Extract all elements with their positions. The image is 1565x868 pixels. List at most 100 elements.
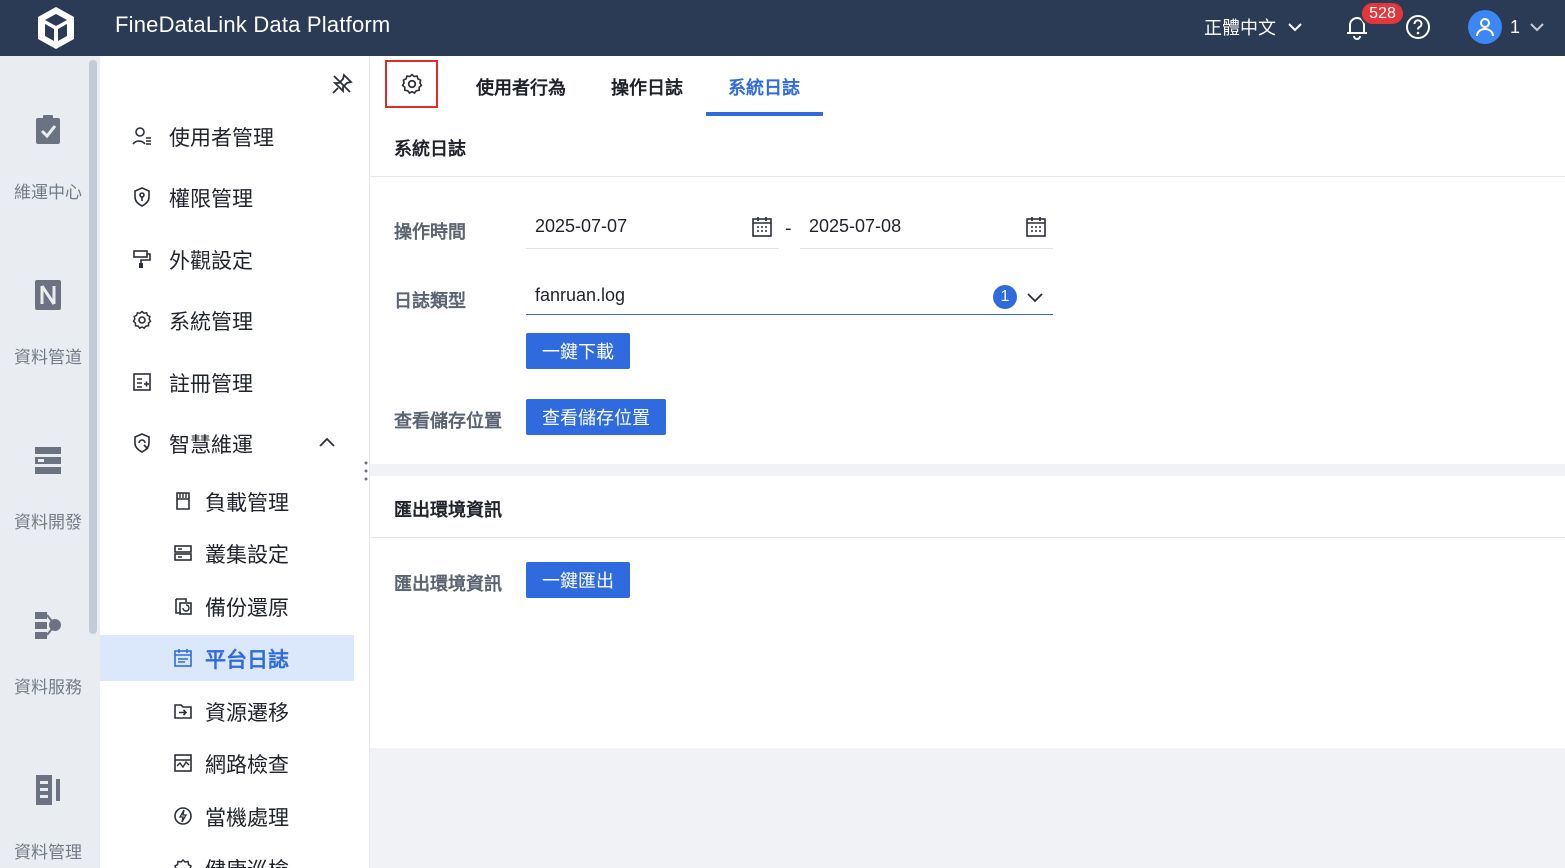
sidebar-item-label: 權限管理 <box>169 187 253 211</box>
sidebar-item-resource-migration[interactable]: 資源遷移 <box>100 688 354 734</box>
sd-card-icon <box>176 492 190 510</box>
avatar <box>1468 10 1502 44</box>
sidebar-item-crash-handling[interactable]: 當機處理 <box>100 793 354 839</box>
migrate-icon <box>174 704 192 719</box>
chevron-down-icon <box>1530 23 1544 32</box>
paint-roller-icon <box>133 250 151 268</box>
rail-item-data-management[interactable]: 資料管理 <box>0 773 96 868</box>
lightning-icon <box>174 807 192 825</box>
rail-item-data-pipeline[interactable]: 資料管道 <box>0 278 96 388</box>
sidebar-item-label: 使用者管理 <box>169 126 274 150</box>
sidebar-item-permission[interactable]: 權限管理 <box>100 174 354 220</box>
sidebar-item-platform-log[interactable]: 平台日誌 <box>100 635 354 681</box>
section-title-system-log: 系統日誌 <box>394 139 466 160</box>
sidebar-item-backup-restore[interactable]: 備份還原 <box>100 583 354 629</box>
tab-user-behavior[interactable]: 使用者行為 <box>476 74 566 100</box>
chevron-down-icon <box>1027 293 1043 303</box>
unpin-icon[interactable] <box>330 72 354 96</box>
rail-item-data-development[interactable]: 資料開發 <box>0 443 96 553</box>
divider <box>370 537 1565 538</box>
tab-system-log[interactable]: 系統日誌 <box>728 74 800 100</box>
rail-label: 資料管道 <box>14 348 82 368</box>
view-storage-button[interactable]: 查看儲存位置 <box>526 399 666 435</box>
network-check-icon <box>174 754 192 772</box>
calendar-log-icon <box>174 649 192 667</box>
notification-badge: 528 <box>1360 1 1405 26</box>
rail-item-ops-center[interactable]: 維運中心 <box>0 113 96 223</box>
sidebar-item-label: 網路檢查 <box>205 753 289 777</box>
top-bar: FineDataLink Data Platform 正體中文 528 1 <box>0 0 1565 56</box>
help-icon[interactable] <box>1405 14 1431 40</box>
user-manage-icon <box>132 127 151 145</box>
language-label: 正體中文 <box>1204 18 1276 39</box>
date-range-separator: - <box>785 218 792 239</box>
divider <box>370 176 1565 177</box>
data-service-icon <box>35 612 61 639</box>
sidebar-item-label: 叢集設定 <box>205 543 289 567</box>
selected-count-badge: 1 <box>993 285 1017 309</box>
log-type-value: fanruan.log <box>535 285 626 305</box>
sidebar-item-label: 資源遷移 <box>205 701 289 725</box>
backup-icon <box>175 598 192 615</box>
storage-location-label: 查看儲存位置 <box>394 411 502 432</box>
sidebar-item-label: 平台日誌 <box>205 648 289 672</box>
operation-time-label: 操作時間 <box>394 222 466 243</box>
sidebar-item-label: 註冊管理 <box>169 372 253 396</box>
sidebar-item-health-check[interactable]: 健康巡檢 <box>100 845 354 868</box>
smart-ops-icon <box>134 433 150 453</box>
chevron-down-icon <box>1288 23 1302 32</box>
sidebar-item-label: 當機處理 <box>205 806 289 830</box>
user-icon <box>1476 18 1494 37</box>
chevron-up-icon[interactable] <box>318 434 336 452</box>
calendar-icon[interactable] <box>751 216 773 238</box>
export-env-label: 匯出環境資訊 <box>394 574 502 595</box>
shield-icon <box>134 187 150 207</box>
tab-operation-log[interactable]: 操作日誌 <box>611 74 683 100</box>
sidebar-item-smart-ops[interactable]: 智慧維運 <box>100 420 354 466</box>
nav-rail: 維運中心 資料管道 資料開發 資料服務 資料管理 <box>0 56 100 868</box>
sidebar-item-user-management[interactable]: 使用者管理 <box>100 113 354 159</box>
sidebar-item-label: 智慧維運 <box>169 433 253 457</box>
sidebar-item-cluster-settings[interactable]: 叢集設定 <box>100 530 354 576</box>
rail-label: 維運中心 <box>14 183 82 203</box>
sidebar-item-label: 健康巡檢 <box>205 854 289 868</box>
data-dev-icon <box>35 447 61 474</box>
register-icon <box>133 373 151 391</box>
gear-icon <box>401 73 422 95</box>
sidebar-item-system-management[interactable]: 系統管理 <box>100 297 354 343</box>
sidebar-item-appearance[interactable]: 外觀設定 <box>100 236 354 282</box>
clipboard-check-icon <box>36 115 60 144</box>
export-button[interactable]: 一鍵匯出 <box>526 562 630 598</box>
language-selector[interactable]: 正體中文 <box>1204 14 1304 40</box>
log-type-label: 日誌類型 <box>394 291 466 312</box>
app-logo-icon[interactable] <box>32 4 80 52</box>
end-date-value: 2025-07-08 <box>809 216 902 236</box>
log-type-select[interactable]: fanruan.log 1 <box>526 276 1053 315</box>
data-manage-icon <box>36 775 60 805</box>
end-date-input[interactable]: 2025-07-08 <box>800 205 1053 249</box>
rail-label: 資料開發 <box>14 513 82 533</box>
tab-settings-button[interactable] <box>385 60 438 108</box>
rail-label: 資料服務 <box>14 678 82 698</box>
sidebar-item-registration[interactable]: 註冊管理 <box>100 359 354 405</box>
sidebar-item-load-management[interactable]: 負載管理 <box>100 478 354 524</box>
sidebar-item-label: 負載管理 <box>205 491 289 515</box>
app-title: FineDataLink Data Platform <box>115 12 391 37</box>
rail-label: 資料管理 <box>14 843 82 863</box>
sidebar-item-label: 外觀設定 <box>169 249 253 273</box>
start-date-value: 2025-07-07 <box>535 216 628 236</box>
export-env-card <box>370 476 1565 748</box>
sidebar-item-label: 備份還原 <box>205 596 289 620</box>
gear-icon <box>132 310 152 330</box>
pipeline-icon <box>35 280 61 310</box>
calendar-icon[interactable] <box>1025 216 1047 238</box>
download-button[interactable]: 一鍵下載 <box>526 333 630 369</box>
user-name: 1 <box>1510 16 1521 37</box>
sidebar-item-label: 系統管理 <box>169 310 253 334</box>
sidebar-item-network-check[interactable]: 網路檢查 <box>100 740 354 786</box>
user-menu[interactable]: 1 <box>1468 10 1546 44</box>
health-icon <box>174 858 192 868</box>
section-title-export-env: 匯出環境資訊 <box>394 500 502 521</box>
rail-item-data-service[interactable]: 資料服務 <box>0 608 96 718</box>
start-date-input[interactable]: 2025-07-07 <box>526 205 779 249</box>
